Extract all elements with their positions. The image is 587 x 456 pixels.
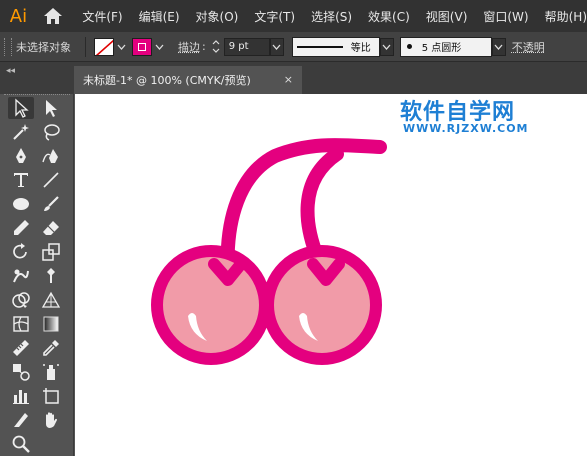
- collapse-panels-icon[interactable]: ◂◂: [6, 66, 15, 76]
- opacity-label[interactable]: 不透明: [512, 39, 545, 55]
- chevron-up-icon[interactable]: [212, 40, 220, 45]
- pencil-tool-icon[interactable]: [8, 217, 34, 239]
- perspective-grid-tool-icon[interactable]: [38, 289, 64, 311]
- column-graph-tool-icon[interactable]: [8, 385, 34, 407]
- chevron-down-icon: [155, 44, 163, 50]
- menu-edit[interactable]: 编辑(E): [139, 8, 180, 25]
- stroke-dropdown[interactable]: [152, 44, 166, 50]
- ellipse-tool-icon[interactable]: [8, 193, 34, 215]
- menu-file[interactable]: 文件(F): [82, 8, 122, 25]
- symbol-sprayer-tool-icon[interactable]: [38, 361, 64, 383]
- stroke-weight-field[interactable]: 9 pt: [223, 37, 270, 56]
- type-tool-icon[interactable]: [8, 169, 34, 191]
- warp-tool-icon[interactable]: [8, 265, 34, 287]
- stroke-swatch[interactable]: [132, 37, 152, 56]
- fill-dropdown[interactable]: [114, 44, 128, 50]
- profile-label: 等比: [350, 43, 371, 54]
- stroke-label[interactable]: 描边: [178, 39, 200, 55]
- chevron-down-icon: [117, 44, 125, 50]
- eraser-tool-icon[interactable]: [38, 217, 64, 239]
- menu-object[interactable]: 对象(O): [196, 8, 239, 25]
- mesh-tool-icon[interactable]: [8, 313, 34, 335]
- control-bar-grip[interactable]: [4, 37, 12, 56]
- slice-tool-icon[interactable]: [8, 409, 34, 431]
- no-fill-icon: [95, 39, 113, 55]
- gradient-tool-icon[interactable]: [38, 313, 64, 335]
- stroke-weight-stepper[interactable]: [211, 40, 221, 53]
- close-icon[interactable]: ×: [284, 73, 293, 86]
- brush-dropdown[interactable]: [491, 37, 506, 56]
- eyedropper-tool-icon[interactable]: [38, 337, 64, 359]
- menu-view[interactable]: 视图(V): [426, 8, 468, 25]
- menu-type[interactable]: 文字(T): [254, 8, 295, 25]
- brush-dot-icon: [406, 44, 412, 49]
- profile-dropdown[interactable]: [379, 37, 394, 56]
- menu-bar: Ai 文件(F) 编辑(E) 对象(O) 文字(T) 选择(S) 效果(C) 视…: [0, 0, 587, 32]
- zoom-tool-icon[interactable]: [8, 433, 34, 455]
- cherry-artwork[interactable]: [75, 94, 587, 456]
- menu-help[interactable]: 帮助(H): [545, 8, 587, 25]
- stroke-swatch-inner: [138, 42, 146, 51]
- tab-document[interactable]: 未标题-1* @ 100% (CMYK/预览) ×: [74, 66, 302, 94]
- direct-selection-tool-icon[interactable]: [38, 97, 64, 119]
- profile-line-preview: [296, 45, 343, 48]
- stroke-weight-dropdown[interactable]: [269, 37, 284, 56]
- chevron-down-icon[interactable]: [212, 48, 220, 53]
- menu-effect[interactable]: 效果(C): [368, 8, 410, 25]
- rotate-tool-icon[interactable]: [8, 241, 34, 263]
- stroke-label-colon: :: [202, 40, 206, 53]
- variable-width-profile[interactable]: 等比: [291, 36, 380, 57]
- line-segment-tool-icon[interactable]: [38, 169, 64, 191]
- selection-status: 未选择对象: [16, 40, 71, 54]
- artboard-tool-icon[interactable]: [38, 385, 64, 407]
- app-logo: Ai: [9, 5, 28, 27]
- measure-tool-icon[interactable]: [8, 337, 34, 359]
- selection-tool-icon[interactable]: [8, 97, 34, 119]
- home-icon: [43, 8, 62, 24]
- fill-swatch[interactable]: [94, 37, 114, 56]
- menu-select[interactable]: 选择(S): [311, 8, 352, 25]
- control-bar: 未选择对象 描边 : 9 pt 等比 5 点圆形 不透明: [0, 32, 587, 62]
- chevron-down-icon: [272, 44, 281, 50]
- home-button[interactable]: [37, 0, 68, 32]
- chevron-down-icon: [494, 44, 503, 50]
- divider: [85, 36, 86, 57]
- scale-tool-icon[interactable]: [38, 241, 64, 263]
- menu-window[interactable]: 窗口(W): [483, 8, 528, 25]
- magic-wand-tool-icon[interactable]: [8, 121, 34, 143]
- lasso-tool-icon[interactable]: [38, 121, 64, 143]
- tools-panel: [0, 94, 74, 456]
- artboard-canvas[interactable]: 软件自学网 WWW.RJZXW.COM: [75, 94, 587, 456]
- shape-builder-tool-icon[interactable]: [8, 289, 34, 311]
- brush-label: 5 点圆形: [421, 43, 462, 54]
- paintbrush-tool-icon[interactable]: [38, 193, 64, 215]
- curvature-tool-icon[interactable]: [38, 145, 64, 167]
- blend-tool-icon[interactable]: [8, 361, 34, 383]
- hand-tool-icon[interactable]: [38, 409, 64, 431]
- document-tab-title: 未标题-1* @ 100% (CMYK/预览): [83, 74, 251, 87]
- free-transform-tool-icon[interactable]: [38, 265, 64, 287]
- brush-definition[interactable]: 5 点圆形: [399, 36, 492, 57]
- chevron-down-icon: [382, 44, 391, 50]
- pen-tool-icon[interactable]: [8, 145, 34, 167]
